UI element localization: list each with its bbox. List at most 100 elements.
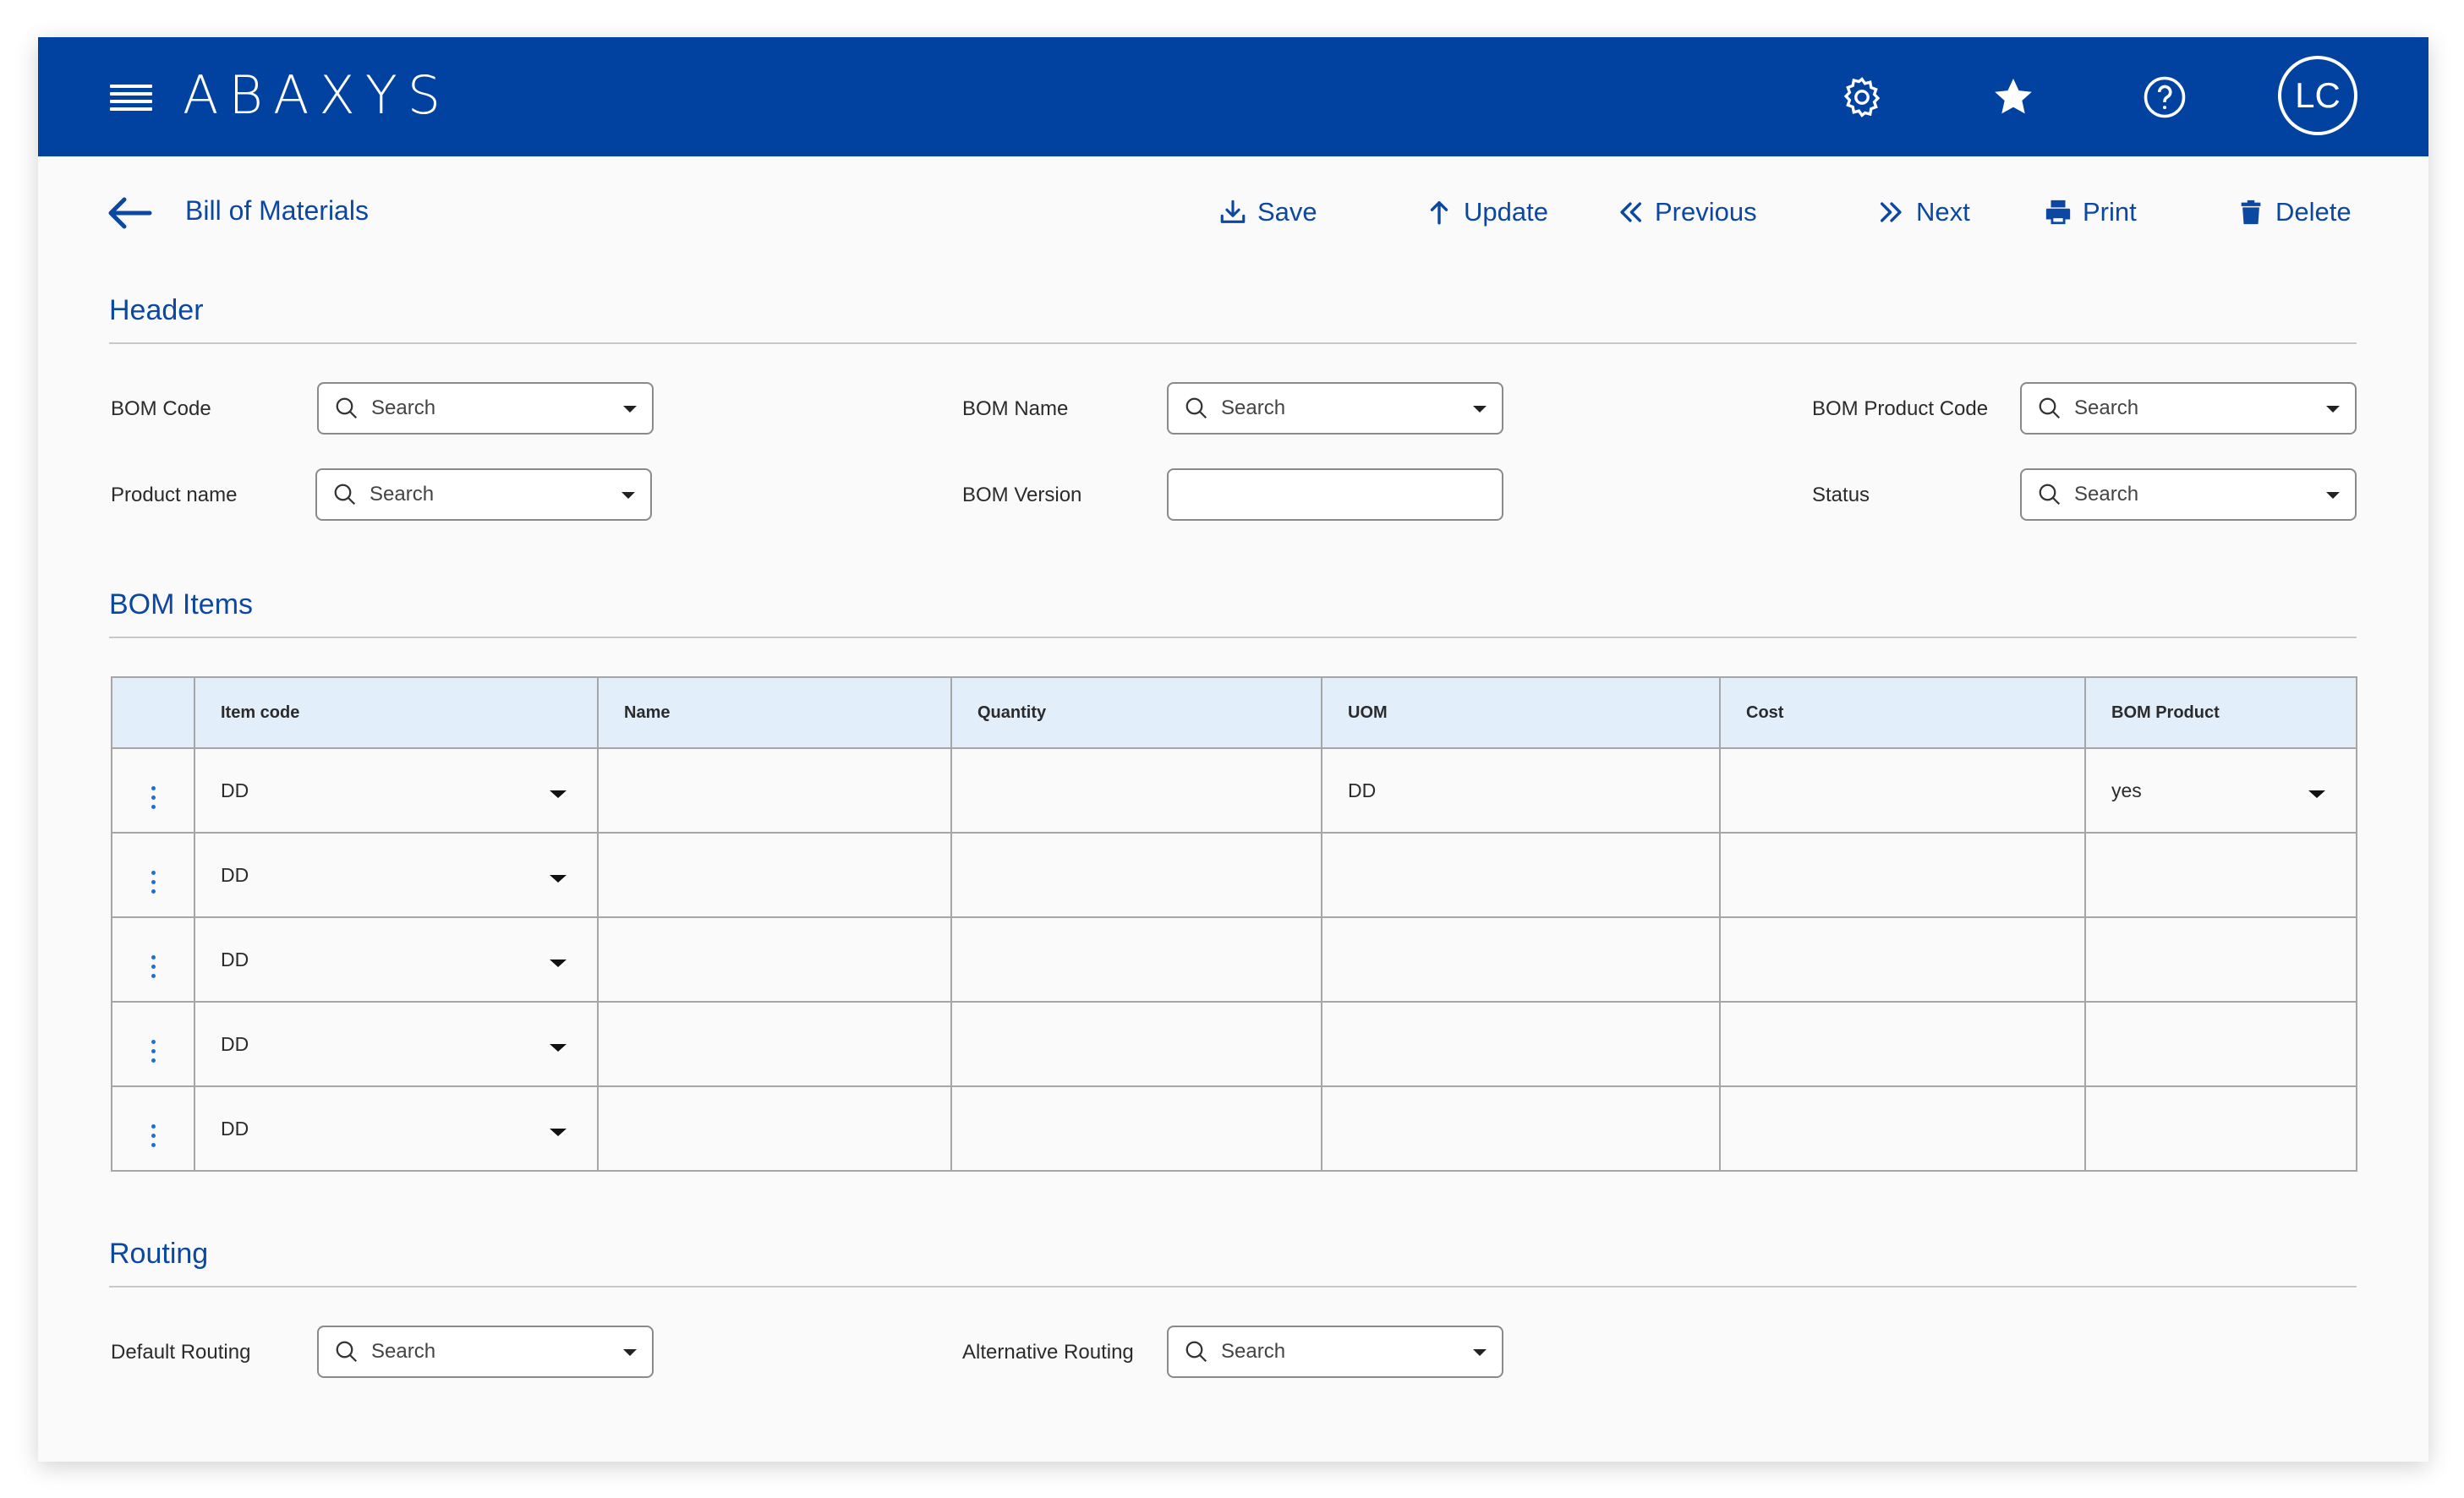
uom-cell[interactable]	[1321, 1085, 1721, 1172]
status-label: Status	[1812, 484, 1870, 506]
bom-items-section-title: BOM Items	[109, 588, 254, 621]
item-code-cell[interactable]: DD	[194, 1001, 599, 1087]
column-header-item-code[interactable]: Item code	[194, 676, 599, 749]
save-label: Save	[1257, 197, 1317, 227]
arrow-left-icon[interactable]	[106, 194, 153, 232]
gear-icon[interactable]	[1839, 74, 1885, 120]
bom-product-cell[interactable]	[2084, 1001, 2357, 1087]
bom-product-cell[interactable]: yes	[2084, 747, 2357, 834]
name-cell[interactable]	[597, 1085, 952, 1172]
hamburger-icon[interactable]	[110, 85, 152, 112]
bom-name-select[interactable]: Search	[1167, 382, 1503, 435]
item-code-cell[interactable]: DD	[194, 916, 599, 1003]
name-cell[interactable]	[597, 916, 952, 1003]
kebab-menu-icon	[151, 1039, 156, 1063]
search-icon	[2039, 484, 2061, 506]
item-code-cell[interactable]: DD	[194, 1085, 599, 1172]
uom-cell[interactable]: DD	[1321, 747, 1721, 834]
kebab-menu-icon	[151, 785, 156, 809]
alternative-routing-select[interactable]: Search	[1167, 1326, 1503, 1378]
column-header-cost[interactable]: Cost	[1719, 676, 2086, 749]
cost-cell[interactable]	[1719, 916, 2086, 1003]
name-cell[interactable]	[597, 747, 952, 834]
trash-icon	[2241, 200, 2261, 225]
column-header-quantity[interactable]: Quantity	[950, 676, 1322, 749]
save-button[interactable]: Save	[1218, 197, 1317, 227]
caret-down-icon	[623, 1349, 637, 1356]
search-placeholder: Search	[2074, 483, 2139, 506]
bom-product-code-select[interactable]: Search	[2020, 382, 2357, 435]
bom-product-code-label: BOM Product Code	[1812, 397, 1989, 420]
status-select[interactable]: Search	[2020, 468, 2357, 521]
column-header-name[interactable]: Name	[597, 676, 952, 749]
bom-code-select[interactable]: Search	[317, 382, 654, 435]
cost-cell[interactable]	[1719, 1001, 2086, 1087]
row-menu-button[interactable]	[111, 747, 195, 834]
column-header-bom-product[interactable]: BOM Product	[2084, 676, 2357, 749]
kebab-menu-icon	[151, 870, 156, 894]
caret-down-icon	[2326, 492, 2340, 499]
item-code-value: DD	[221, 1032, 249, 1055]
download-icon	[1220, 200, 1246, 223]
caret-down-icon	[550, 1129, 567, 1136]
row-menu-button[interactable]	[111, 1085, 195, 1172]
default-routing-select[interactable]: Search	[317, 1326, 654, 1378]
name-cell[interactable]	[597, 832, 952, 918]
search-placeholder: Search	[371, 396, 436, 419]
search-placeholder: Search	[2074, 396, 2139, 419]
user-avatar[interactable]: LC	[2278, 56, 2357, 135]
alternative-routing-label: Alternative Routing	[962, 1341, 1134, 1364]
search-icon	[336, 1341, 358, 1363]
print-button[interactable]: Print	[2044, 197, 2137, 227]
product-name-select[interactable]: Search	[315, 468, 652, 521]
row-menu-button[interactable]	[111, 1001, 195, 1087]
item-code-cell[interactable]: DD	[194, 832, 599, 918]
kebab-menu-icon	[151, 1124, 156, 1147]
star-icon[interactable]	[1990, 74, 2036, 120]
cost-cell[interactable]	[1719, 832, 2086, 918]
item-code-cell[interactable]: DD	[194, 747, 599, 834]
table-row: DD	[111, 1001, 2357, 1087]
cost-cell[interactable]	[1719, 1085, 2086, 1172]
quantity-cell[interactable]	[950, 1085, 1322, 1172]
page-title: Bill of Materials	[185, 195, 369, 226]
chevrons-right-icon	[1880, 202, 1902, 222]
quantity-cell[interactable]	[950, 1001, 1322, 1087]
bom-product-cell[interactable]	[2084, 832, 2357, 918]
update-button[interactable]: Update	[1425, 197, 1548, 227]
uom-cell[interactable]	[1321, 1001, 1721, 1087]
name-cell[interactable]	[597, 1001, 952, 1087]
routing-divider	[109, 1286, 2357, 1288]
bom-product-cell[interactable]	[2084, 1085, 2357, 1172]
quantity-cell[interactable]	[950, 916, 1322, 1003]
default-routing-label: Default Routing	[111, 1341, 251, 1364]
table-row: DD	[111, 832, 2357, 918]
row-menu-button[interactable]	[111, 916, 195, 1003]
help-circle-icon[interactable]	[2142, 74, 2187, 120]
cost-cell[interactable]	[1719, 747, 2086, 834]
quantity-cell[interactable]	[950, 832, 1322, 918]
bom-product-cell[interactable]	[2084, 916, 2357, 1003]
next-button[interactable]: Next	[1877, 197, 1970, 227]
column-header-uom[interactable]: UOM	[1321, 676, 1721, 749]
search-placeholder: Search	[371, 1340, 436, 1363]
caret-down-icon	[550, 959, 567, 967]
previous-button[interactable]: Previous	[1616, 197, 1757, 227]
header-section-title: Header	[109, 294, 204, 326]
caret-down-icon	[550, 875, 567, 883]
row-menu-button[interactable]	[111, 832, 195, 918]
app-logo[interactable]: ABAXYS	[183, 69, 451, 122]
quantity-cell[interactable]	[950, 747, 1322, 834]
previous-label: Previous	[1655, 197, 1757, 227]
bom-version-input[interactable]	[1167, 468, 1503, 521]
uom-cell[interactable]	[1321, 916, 1721, 1003]
table-row: DD	[111, 1085, 2357, 1172]
item-code-value: DD	[221, 948, 249, 970]
print-label: Print	[2083, 197, 2137, 227]
uom-cell[interactable]	[1321, 832, 1721, 918]
bom-items-table: Item code Name Quantity UOM Cost BOM Pro…	[111, 676, 2357, 1172]
table-row: DD DD yes	[111, 747, 2357, 834]
delete-button[interactable]: Delete	[2237, 197, 2352, 227]
caret-down-icon	[550, 790, 567, 798]
item-code-value: DD	[221, 1117, 249, 1140]
